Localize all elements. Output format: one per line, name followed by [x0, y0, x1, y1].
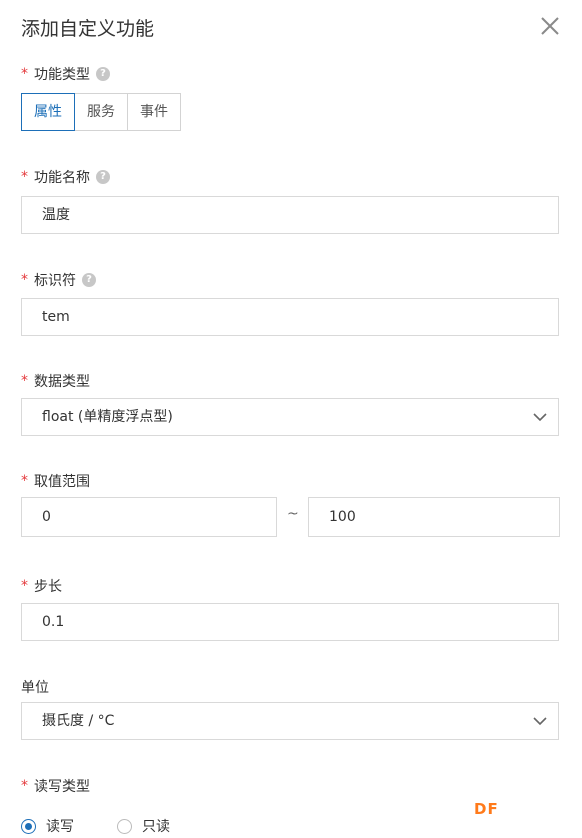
- identifier-label: * 标识符 ?: [21, 270, 96, 290]
- rw-type-label-text: 读写类型: [34, 779, 90, 795]
- radio-read-only[interactable]: [117, 818, 132, 834]
- function-name-label: * 功能名称 ?: [21, 167, 110, 187]
- required-marker: *: [21, 272, 28, 288]
- radio-read-only-label[interactable]: 只读: [142, 816, 170, 836]
- identifier-label-text: 标识符: [34, 273, 76, 289]
- chevron-down-icon: [533, 413, 547, 422]
- function-type-event[interactable]: 事件: [127, 93, 181, 131]
- help-icon[interactable]: ?: [82, 273, 96, 287]
- function-type-label: * 功能类型 ?: [21, 64, 110, 84]
- watermark-logo: DF: [474, 800, 499, 818]
- rw-type-label: * 读写类型: [21, 776, 90, 796]
- required-marker: *: [21, 473, 28, 489]
- required-marker: *: [21, 373, 28, 389]
- help-icon[interactable]: ?: [96, 170, 110, 184]
- function-type-service[interactable]: 服务: [74, 93, 128, 131]
- required-marker: *: [21, 66, 28, 82]
- rw-type-radio-group: 读写 只读: [21, 816, 170, 836]
- chevron-down-icon: [533, 717, 547, 726]
- function-name-input[interactable]: 温度: [21, 196, 559, 234]
- data-type-label: * 数据类型: [21, 371, 90, 391]
- dialog-title: 添加自定义功能: [21, 18, 155, 40]
- unit-label-text: 单位: [21, 680, 49, 696]
- value-range-label: * 取值范围: [21, 471, 90, 491]
- range-min-input[interactable]: 0: [21, 497, 277, 537]
- range-separator: ~: [287, 506, 299, 522]
- function-name-label-text: 功能名称: [34, 170, 90, 186]
- data-type-select[interactable]: float (单精度浮点型): [21, 398, 559, 436]
- radio-read-write-label[interactable]: 读写: [46, 816, 74, 836]
- step-label-text: 步长: [34, 579, 62, 595]
- identifier-value: tem: [42, 309, 70, 325]
- value-range-label-text: 取值范围: [34, 474, 90, 490]
- range-max-input[interactable]: 100: [308, 497, 560, 537]
- required-marker: *: [21, 778, 28, 794]
- step-label: * 步长: [21, 576, 62, 596]
- function-type-segmented: 属性 服务 事件: [21, 93, 181, 131]
- function-type-property[interactable]: 属性: [21, 93, 75, 131]
- data-type-value: float (单精度浮点型): [42, 409, 173, 425]
- help-icon[interactable]: ?: [96, 67, 110, 81]
- range-max-value: 100: [329, 509, 356, 525]
- unit-value: 摄氏度 / °C: [42, 713, 115, 729]
- step-value: 0.1: [42, 614, 65, 630]
- radio-read-write[interactable]: [21, 818, 36, 834]
- data-type-label-text: 数据类型: [34, 374, 90, 390]
- required-marker: *: [21, 169, 28, 185]
- close-button[interactable]: [538, 14, 562, 38]
- unit-label: 单位: [21, 677, 49, 697]
- function-name-value: 温度: [42, 207, 70, 223]
- step-input[interactable]: 0.1: [21, 603, 559, 641]
- close-icon: [541, 17, 559, 35]
- required-marker: *: [21, 578, 28, 594]
- identifier-input[interactable]: tem: [21, 298, 559, 336]
- function-type-label-text: 功能类型: [34, 67, 90, 83]
- range-min-value: 0: [42, 509, 51, 525]
- unit-select[interactable]: 摄氏度 / °C: [21, 702, 559, 740]
